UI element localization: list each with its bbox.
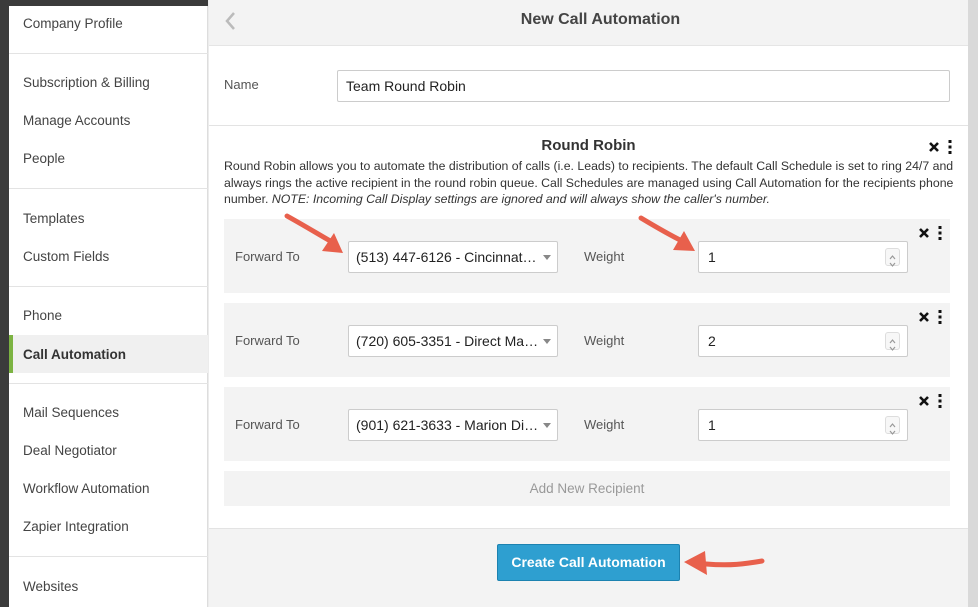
name-label: Name	[224, 77, 259, 92]
sidebar-item-templates[interactable]: Templates	[9, 200, 208, 236]
sidebar-item-custom-fields[interactable]: Custom Fields	[9, 238, 208, 274]
weight-value: 1	[708, 249, 716, 265]
close-icon[interactable]	[928, 141, 940, 153]
sidebar-item-phone[interactable]: Phone	[9, 297, 208, 333]
forward-to-value: (720) 605-3351 - Direct Mail ...	[356, 333, 546, 349]
sidebar-item-people[interactable]: People	[9, 140, 208, 176]
recipient-row: Forward To (901) 621-3633 - Marion Dir..…	[224, 387, 950, 461]
forward-to-select[interactable]: (513) 447-6126 - Cincinnati ...	[348, 241, 558, 273]
sidebar-item-zapier-integration[interactable]: Zapier Integration	[9, 508, 208, 544]
kebab-menu-icon[interactable]	[937, 310, 943, 324]
kebab-menu-icon[interactable]	[947, 140, 953, 154]
create-call-automation-button[interactable]: Create Call Automation	[497, 544, 680, 581]
weight-input[interactable]: 1	[698, 409, 908, 441]
nav-divider	[9, 188, 208, 189]
remove-recipient-icon[interactable]	[918, 395, 930, 407]
forward-to-select[interactable]: (901) 621-3633 - Marion Dir...	[348, 409, 558, 441]
sidebar-item-workflow-automation[interactable]: Workflow Automation	[9, 470, 208, 506]
forward-to-label: Forward To	[235, 333, 300, 348]
forward-to-label: Forward To	[235, 249, 300, 264]
round-robin-description: Round Robin allows you to automate the d…	[224, 158, 954, 208]
recipient-row: Forward To (720) 605-3351 - Direct Mail …	[224, 303, 950, 377]
section-divider	[209, 125, 968, 126]
recipient-row: Forward To (513) 447-6126 - Cincinnati .…	[224, 219, 950, 293]
description-note: NOTE: Incoming Call Display settings are…	[271, 192, 770, 206]
main-panel: New Call Automation Name Round Robin Rou…	[209, 0, 968, 607]
stepper-icon[interactable]	[885, 332, 900, 351]
kebab-menu-icon[interactable]	[937, 394, 943, 408]
remove-recipient-icon[interactable]	[918, 227, 930, 239]
sidebar-item-manage-accounts[interactable]: Manage Accounts	[9, 102, 208, 138]
sidebar-item-subscription-billing[interactable]: Subscription & Billing	[9, 64, 208, 100]
weight-value: 1	[708, 417, 716, 433]
nav-divider	[9, 556, 208, 557]
nav-divider	[9, 53, 208, 54]
window-top-edge	[0, 0, 208, 6]
remove-recipient-icon[interactable]	[918, 311, 930, 323]
weight-label: Weight	[584, 417, 625, 432]
caret-down-icon	[543, 423, 551, 428]
forward-to-value: (901) 621-3633 - Marion Dir...	[356, 417, 540, 433]
forward-to-value: (513) 447-6126 - Cincinnati ...	[356, 249, 542, 265]
settings-sidebar: Company Profile Subscription & Billing M…	[9, 0, 208, 607]
stepper-icon[interactable]	[885, 248, 900, 267]
forward-to-label: Forward To	[235, 417, 300, 432]
sidebar-item-websites[interactable]: Websites	[9, 568, 208, 604]
sidebar-item-mail-sequences[interactable]: Mail Sequences	[9, 394, 208, 430]
form-footer: Create Call Automation	[209, 528, 968, 607]
caret-down-icon	[543, 339, 551, 344]
name-input[interactable]	[337, 70, 950, 102]
nav-divider	[9, 383, 208, 384]
page-title: New Call Automation	[520, 11, 681, 28]
sidebar-item-deal-negotiator[interactable]: Deal Negotiator	[9, 432, 208, 468]
window-edge	[968, 0, 978, 607]
weight-label: Weight	[584, 249, 625, 264]
forward-to-select[interactable]: (720) 605-3351 - Direct Mail ...	[348, 325, 558, 357]
kebab-menu-icon[interactable]	[937, 226, 943, 240]
weight-input[interactable]: 1	[698, 241, 908, 273]
add-recipient-button[interactable]: Add New Recipient	[224, 471, 950, 506]
stepper-icon[interactable]	[885, 416, 900, 435]
sidebar-item-call-automation[interactable]: Call Automation	[9, 335, 208, 373]
round-robin-title: Round Robin	[541, 137, 636, 154]
sidebar-item-company-profile[interactable]: Company Profile	[9, 5, 208, 41]
nav-divider	[9, 286, 208, 287]
weight-label: Weight	[584, 333, 625, 348]
window-edge	[0, 0, 9, 607]
caret-down-icon	[543, 255, 551, 260]
weight-value: 2	[708, 333, 716, 349]
weight-input[interactable]: 2	[698, 325, 908, 357]
